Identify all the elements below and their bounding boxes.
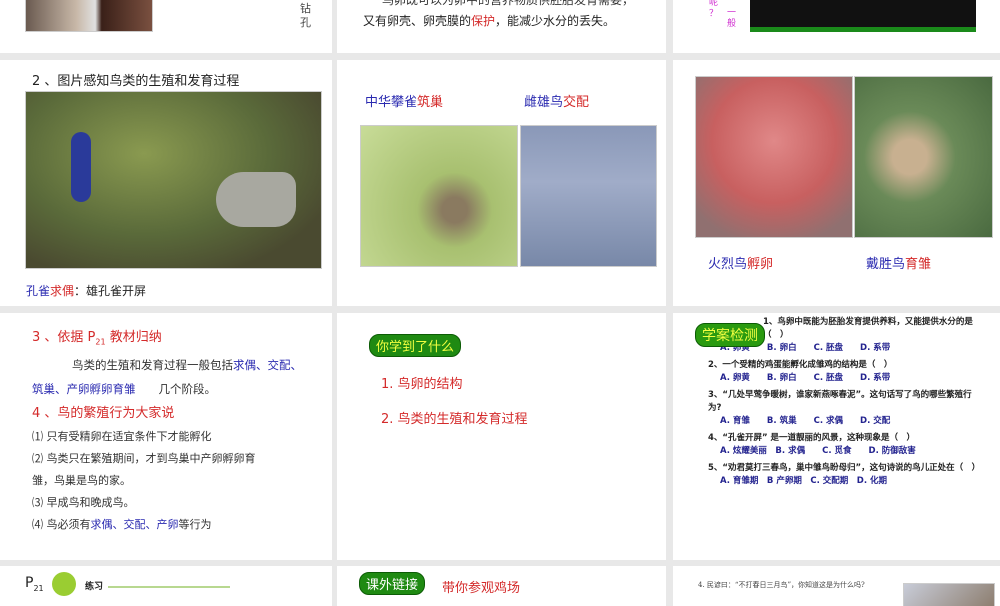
summary-paragraph: 鸟类的生殖和发育过程一般包括求偶、交配、筑巢、产卵孵卵育雏 几个阶段。 bbox=[32, 358, 302, 396]
section-heading: 4 、鸟的繁殖行为大家说 bbox=[32, 406, 175, 421]
slide-thumbnail-9[interactable]: 1、鸟卵中既能为胚胎发育提供养料，又能提供水分的是（ ） A. 卵黄 B. 卵白… bbox=[673, 313, 1000, 560]
peacock-image bbox=[25, 91, 322, 269]
slide-text: 鸟卵既可以为卵中的营养物质供胚胎发育需要， bbox=[382, 0, 635, 7]
quiz-badge: 学案检测 bbox=[695, 323, 765, 347]
video-frame bbox=[750, 0, 976, 32]
slide-text: 4. 民谚曰：“不打春日三月鸟”，你知道这是为什么吗? bbox=[698, 581, 865, 589]
page-ref: P21 bbox=[25, 575, 44, 593]
image-label: 雌雄鸟交配 bbox=[524, 95, 590, 110]
list-item: ⑷ 鸟必须有求偶、交配、产卵等行为 bbox=[32, 518, 212, 531]
nest-image bbox=[360, 125, 518, 267]
slide-text: 又有卵壳、卵壳膜的保护，能减少水分的丢失。 bbox=[363, 14, 616, 28]
mating-birds-image bbox=[520, 125, 657, 267]
flamingo-image bbox=[695, 76, 853, 238]
summary-point: 2. 鸟类的生殖和发育过程 bbox=[381, 412, 528, 427]
leaf-icon bbox=[52, 572, 76, 596]
slide-thumbnail-12[interactable]: 4. 民谚曰：“不打春日三月鸟”，你知道这是为什么吗? bbox=[673, 566, 1000, 606]
summary-point: 1. 鸟卵的结构 bbox=[381, 377, 463, 392]
slide-thumbnail-3[interactable]: 呢？ 一般 bbox=[673, 0, 1000, 53]
side-text: 呢？ bbox=[709, 0, 719, 19]
slide-thumbnail-1[interactable]: 钻孔 bbox=[0, 0, 332, 53]
slide-image bbox=[25, 0, 153, 32]
image-label: 火烈鸟孵卵 bbox=[708, 257, 774, 272]
slide-thumbnail-7[interactable]: 3 、依据 P21 教材归纳 鸟类的生殖和发育过程一般包括求偶、交配、筑巢、产卵… bbox=[0, 313, 332, 560]
tree-image bbox=[903, 583, 995, 606]
hoopoe-image bbox=[854, 76, 993, 238]
slide-title: 2 、图片感知鸟类的生殖和发育过程 bbox=[32, 74, 240, 89]
divider bbox=[108, 586, 230, 588]
image-label: 中华攀雀筑巢 bbox=[365, 95, 444, 110]
summary-badge: 你学到了什么 bbox=[369, 334, 462, 357]
slide-thumbnail-5[interactable]: 中华攀雀筑巢 雌雄鸟交配 bbox=[337, 60, 666, 306]
list-item: ⑴ 只有受精卵在适宜条件下才能孵化 bbox=[32, 430, 212, 443]
slide-thumbnail-10[interactable]: P21 练习 bbox=[0, 566, 332, 606]
exercise-label: 练习 bbox=[85, 582, 104, 592]
slide-caption: 孔雀求偶：雄孔雀开屏 bbox=[26, 284, 147, 298]
image-label: 戴胜鸟育雏 bbox=[866, 257, 932, 272]
slide-thumbnail-8[interactable]: 你学到了什么 1. 鸟卵的结构 2. 鸟类的生殖和发育过程 bbox=[337, 313, 666, 560]
slide-thumbnail-11[interactable]: 课外链接 带你参观鸡场 bbox=[337, 566, 666, 606]
slide-title: 带你参观鸡场 bbox=[442, 581, 521, 596]
behavior-list: ⑴ 只有受精卵在适宜条件下才能孵化 ⑵ 鸟类只在繁殖期间，才到鸟巢中产卵孵卵育雏… bbox=[32, 426, 272, 536]
slide-thumbnail-6[interactable]: 火烈鸟孵卵 戴胜鸟育雏 bbox=[673, 60, 1000, 306]
list-item: ⑶ 早成鸟和晚成鸟。 bbox=[32, 496, 135, 509]
section-heading: 3 、依据 P21 教材归纳 bbox=[32, 330, 162, 347]
side-text: 钻孔 bbox=[300, 2, 311, 29]
side-text: 一般 bbox=[727, 8, 737, 29]
slide-thumbnail-4[interactable]: 2 、图片感知鸟类的生殖和发育过程 孔雀求偶：雄孔雀开屏 bbox=[0, 60, 332, 306]
slide-thumbnail-2[interactable]: 鸟卵既可以为卵中的营养物质供胚胎发育需要， 又有卵壳、卵壳膜的保护，能减少水分的… bbox=[337, 0, 666, 53]
list-item: ⑵ 鸟类只在繁殖期间，才到鸟巢中产卵孵卵育雏，鸟巢是鸟的家。 bbox=[32, 452, 256, 487]
link-badge: 课外链接 bbox=[359, 572, 426, 595]
